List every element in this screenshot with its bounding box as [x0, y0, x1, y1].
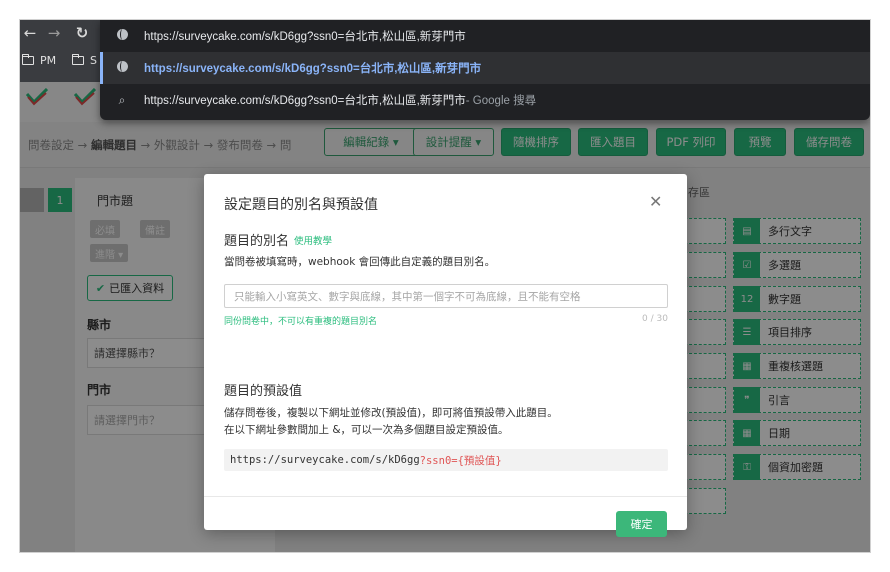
default-heading: 題目的預設值	[224, 384, 303, 399]
forward-icon[interactable]: →	[44, 24, 64, 42]
folder-icon	[21, 53, 34, 65]
tutorial-link[interactable]: 使用教學	[294, 233, 332, 247]
alias-hint: 同份問卷中，不可以有重複的題目別名	[224, 317, 378, 327]
globe-icon	[116, 29, 128, 40]
alias-char-count: 0 / 30	[642, 314, 668, 324]
back-icon[interactable]: ←	[20, 24, 40, 42]
alias-input[interactable]: 只能輸入小寫英文、數字與底線，其中第一個字不可為底線，且不能有空格	[224, 284, 668, 308]
omnibox-dropdown: https://surveycake.com/s/kD6gg?ssn0=台北市,…	[100, 20, 870, 120]
default-url-box[interactable]: https://surveycake.com/s/kD6gg ?ssn0={預設…	[224, 449, 668, 471]
close-icon[interactable]: ✕	[649, 192, 662, 211]
alias-heading: 題目的別名	[224, 234, 290, 249]
url-param: ?ssn0={預設值}	[419, 454, 502, 467]
alias-default-dialog: 設定題目的別名與預設值 ✕ 題目的別名 使用教學 當問卷被填寫時，webhook…	[204, 174, 687, 537]
confirm-button[interactable]: 確定	[616, 511, 667, 537]
omnibox-suggestion[interactable]: ⌕ https://surveycake.com/s/kD6gg?ssn0=台北…	[100, 84, 870, 116]
browser-window: ← → ↻ PM S https://surveycake.com/s/kD6g…	[20, 20, 870, 552]
dialog-title: 設定題目的別名與預設值	[224, 197, 378, 213]
bookmark-s[interactable]: S	[71, 53, 97, 67]
omnibox-suggestion[interactable]: https://surveycake.com/s/kD6gg?ssn0=台北市,…	[100, 52, 870, 84]
default-description-1: 儲存問卷後，複製以下網址並修改(預設值)，即可將值預設帶入此題目。	[224, 407, 558, 419]
url-base: https://surveycake.com/s/kD6gg	[230, 454, 420, 466]
folder-icon	[71, 53, 84, 65]
default-description-2: 在以下網址參數間加上 &，可以一次為多個題目設定預設值。	[224, 424, 509, 436]
dialog-divider	[204, 496, 687, 497]
reload-icon[interactable]: ↻	[72, 24, 92, 42]
search-icon: ⌕	[118, 92, 126, 107]
globe-icon	[116, 61, 128, 72]
alias-description: 當問卷被填寫時，webhook 會回傳此自定義的題目別名。	[224, 256, 496, 268]
bookmark-pm[interactable]: PM	[21, 53, 56, 67]
omnibox-input[interactable]: https://surveycake.com/s/kD6gg?ssn0=台北市,…	[100, 20, 870, 52]
